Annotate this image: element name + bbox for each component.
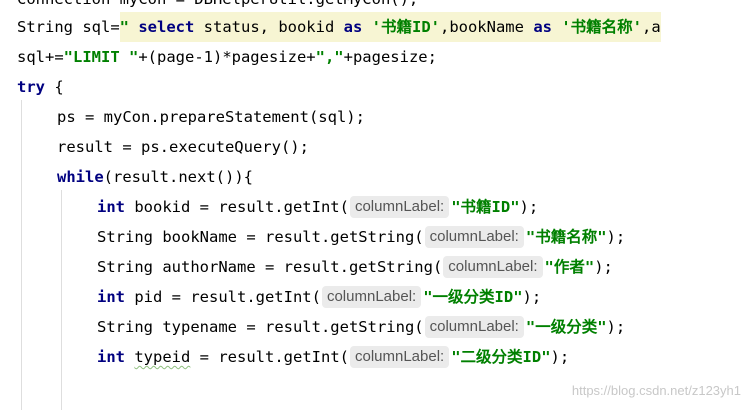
- code-line: String typename = result.getString(colum…: [97, 312, 625, 342]
- code-line: String authorName = result.getString(col…: [97, 252, 613, 282]
- variable-name: typeid: [134, 348, 191, 366]
- code-text: result = ps.executeQuery();: [57, 138, 309, 156]
- code-text: bookName = result.getString(: [153, 228, 424, 246]
- code-text: {: [45, 78, 64, 96]
- code-line: result = ps.executeQuery();: [57, 132, 309, 162]
- keyword: while: [57, 168, 104, 186]
- string-literal: "书籍ID": [451, 198, 520, 216]
- code-line: ps = myCon.prepareStatement(sql);: [57, 102, 365, 132]
- sql-keyword: select: [138, 12, 195, 42]
- code-text: +(page-1)*pagesize+: [138, 48, 316, 66]
- type-name: String: [97, 258, 153, 276]
- code-text: );: [606, 228, 626, 246]
- code-text: +pagesize;: [343, 48, 437, 66]
- code-text: );: [519, 198, 539, 216]
- code-line: int bookid = result.getInt(columnLabel: "…: [97, 192, 538, 222]
- parameter-hint: columnLabel:: [349, 346, 450, 368]
- indent-guide: [21, 100, 22, 410]
- sql-text: ,bookName: [439, 12, 534, 42]
- string-literal: "书籍名称": [525, 228, 607, 246]
- sql-text: status, bookid: [194, 12, 344, 42]
- code-line: int typeid = result.getInt(columnLabel: "…: [97, 342, 569, 372]
- code-text: authorName = result.getString(: [153, 258, 443, 276]
- type-keyword: int: [97, 288, 125, 306]
- string-literal: ",": [315, 48, 344, 66]
- watermark: https://blog.csdn.net/z123yh1: [571, 383, 741, 398]
- parameter-hint: columnLabel:: [443, 256, 543, 278]
- code-text: );: [522, 288, 542, 306]
- sql-string: '书籍ID': [371, 12, 440, 42]
- code-editor[interactable]: Connection myCon = DBHelperUtil.getMyCon…: [0, 0, 747, 410]
- parameter-hint: columnLabel:: [321, 286, 422, 308]
- code-text: sql+=: [17, 48, 64, 66]
- code-line: sql+= "LIMIT " +(page-1)*pagesize+ "," +page…: [17, 42, 437, 72]
- sql-text: [551, 12, 562, 42]
- code-line: String bookName = result.getString(colum…: [97, 222, 625, 252]
- code-line: while (result.next()){: [57, 162, 253, 192]
- code-text: pid = result.getInt(: [125, 288, 321, 306]
- code-text: String sql=: [17, 18, 120, 36]
- code-text: bookid = result.getInt(: [125, 198, 349, 216]
- sql-keyword: as: [343, 12, 363, 42]
- parameter-hint: columnLabel:: [424, 316, 524, 338]
- string-literal: "一级分类ID": [423, 288, 523, 306]
- code-line: int pid = result.getInt(columnLabel: "一级分…: [97, 282, 541, 312]
- code-text: = result.getInt(: [190, 348, 349, 366]
- code-text: );: [594, 258, 613, 276]
- code-line: String sql= " select status, bookid as '书…: [17, 12, 661, 42]
- code-text: ps = myCon.prepareStatement(sql);: [57, 108, 365, 126]
- type-name: String: [97, 318, 153, 336]
- code-text: (result.next()){: [103, 168, 253, 186]
- type-keyword: int: [97, 348, 125, 366]
- string-literal: ": [119, 12, 139, 42]
- string-literal: "一级分类": [525, 318, 607, 336]
- keyword: try: [17, 78, 45, 96]
- indent-guide: [61, 190, 62, 410]
- type-name: String: [97, 228, 153, 246]
- string-literal: "LIMIT ": [63, 48, 139, 66]
- code-text: );: [550, 348, 570, 366]
- sql-text: [362, 12, 372, 42]
- code-text: );: [606, 318, 626, 336]
- sql-text: ,a: [642, 12, 661, 42]
- code-line: try {: [17, 72, 64, 102]
- sql-string: '书籍名称': [561, 12, 642, 42]
- type-keyword: int: [97, 198, 125, 216]
- sql-keyword: as: [533, 12, 552, 42]
- string-literal: "作者": [544, 258, 595, 276]
- parameter-hint: columnLabel:: [349, 196, 450, 218]
- code-text: typename = result.getString(: [153, 318, 424, 336]
- string-literal: "二级分类ID": [451, 348, 551, 366]
- parameter-hint: columnLabel:: [424, 226, 524, 248]
